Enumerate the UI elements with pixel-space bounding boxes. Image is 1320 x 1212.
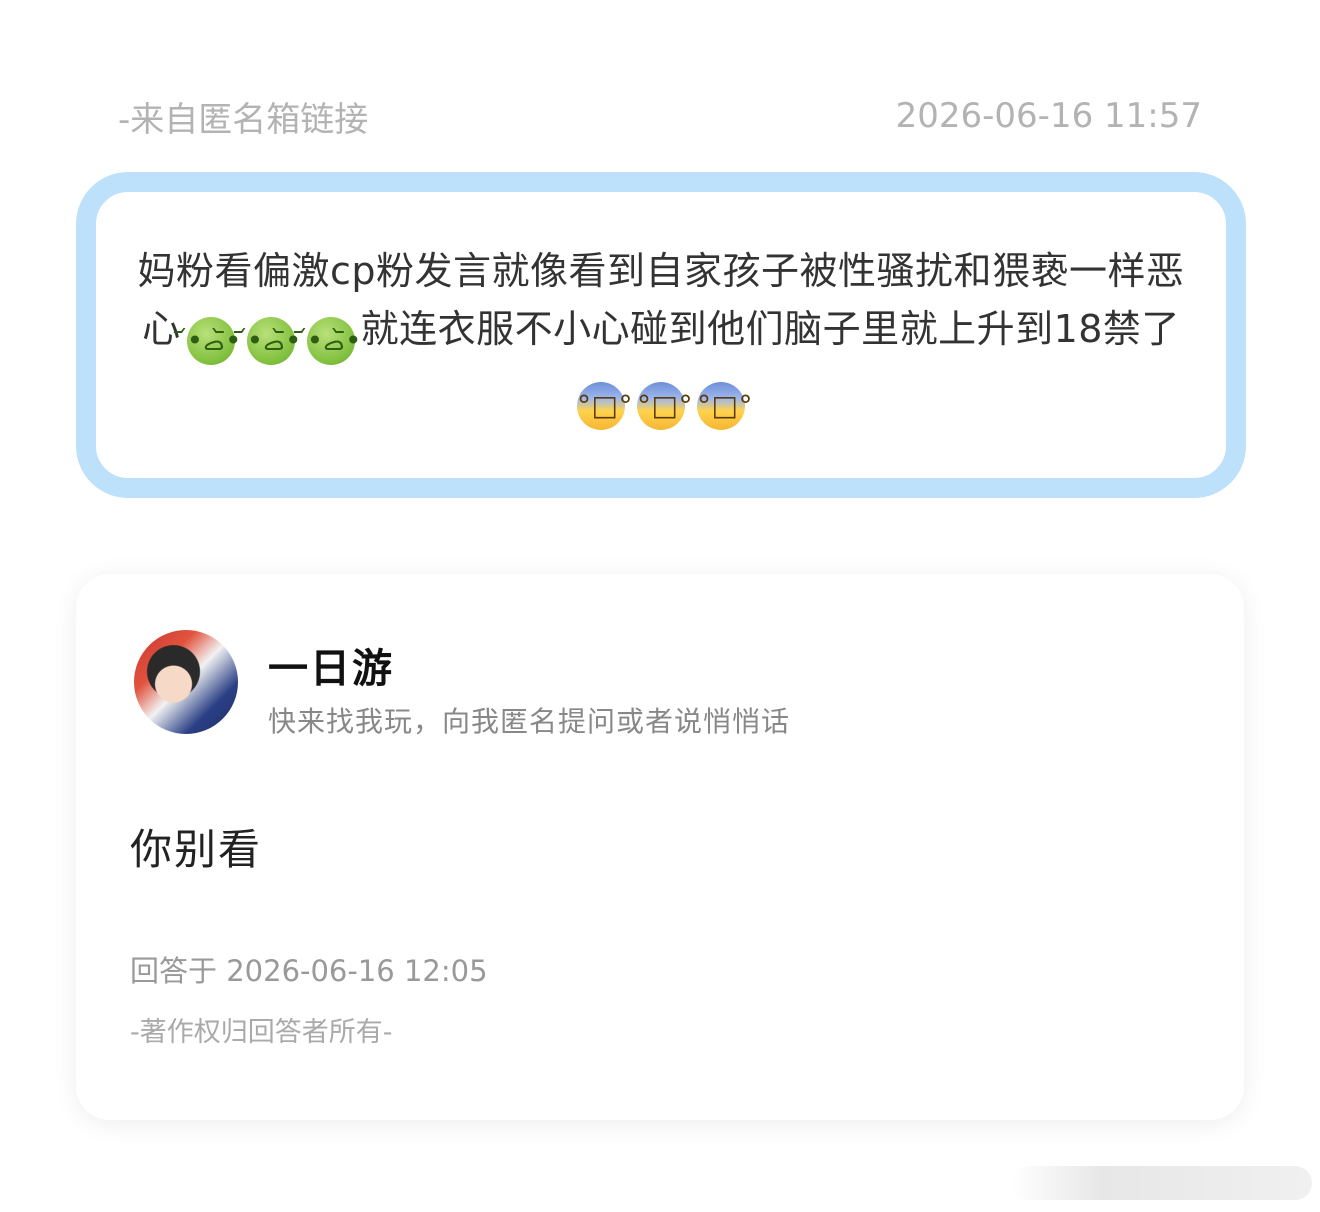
watermark	[1012, 1166, 1312, 1200]
answer-text: 你别看	[130, 825, 263, 874]
avatar[interactable]	[134, 630, 238, 734]
user-tagline: 快来找我玩，向我匿名提问或者说悄悄话	[268, 705, 791, 738]
answer-card: 一日游 快来找我玩，向我匿名提问或者说悄悄话 你别看 回答于 2026-06-1…	[76, 574, 1244, 1120]
question-timestamp: 2026-06-16 11:57	[895, 96, 1202, 136]
copyright-notice: -著作权归回答者所有-	[130, 1017, 393, 1048]
answer-timestamp: 回答于 2026-06-16 12:05	[130, 954, 488, 988]
question-source: -来自匿名箱链接	[118, 99, 369, 140]
nauseated-face-icon: •᷄ࡇ•᷅	[246, 317, 301, 365]
nauseated-face-icon: •᷄ࡇ•᷅	[306, 317, 361, 365]
question-meta-row: -来自匿名箱链接 2026-06-16 11:57	[118, 92, 1202, 140]
anxious-face-with-sweat-icon: °□°	[637, 382, 692, 430]
user-name[interactable]: 一日游	[268, 636, 394, 694]
nauseated-face-icon: •᷄ࡇ•᷅	[186, 317, 241, 365]
anxious-face-with-sweat-icon: °□°	[577, 382, 632, 430]
question-card: 妈粉看偏激cp粉发言就像看到自家孩子被性骚扰和猥亵一样恶心 •᷄ࡇ•᷅ •᷄ࡇ•᷅ •…	[76, 172, 1246, 498]
anxious-face-with-sweat-icon: °□°	[697, 382, 752, 430]
question-text: 妈粉看偏激cp粉发言就像看到自家孩子被性骚扰和猥亵一样恶心 •᷄ࡇ•᷅ •᷄ࡇ•᷅ •…	[136, 242, 1186, 430]
question-text-part2: 就连衣服不小心碰到他们脑子里就上升到18禁了	[360, 307, 1180, 351]
